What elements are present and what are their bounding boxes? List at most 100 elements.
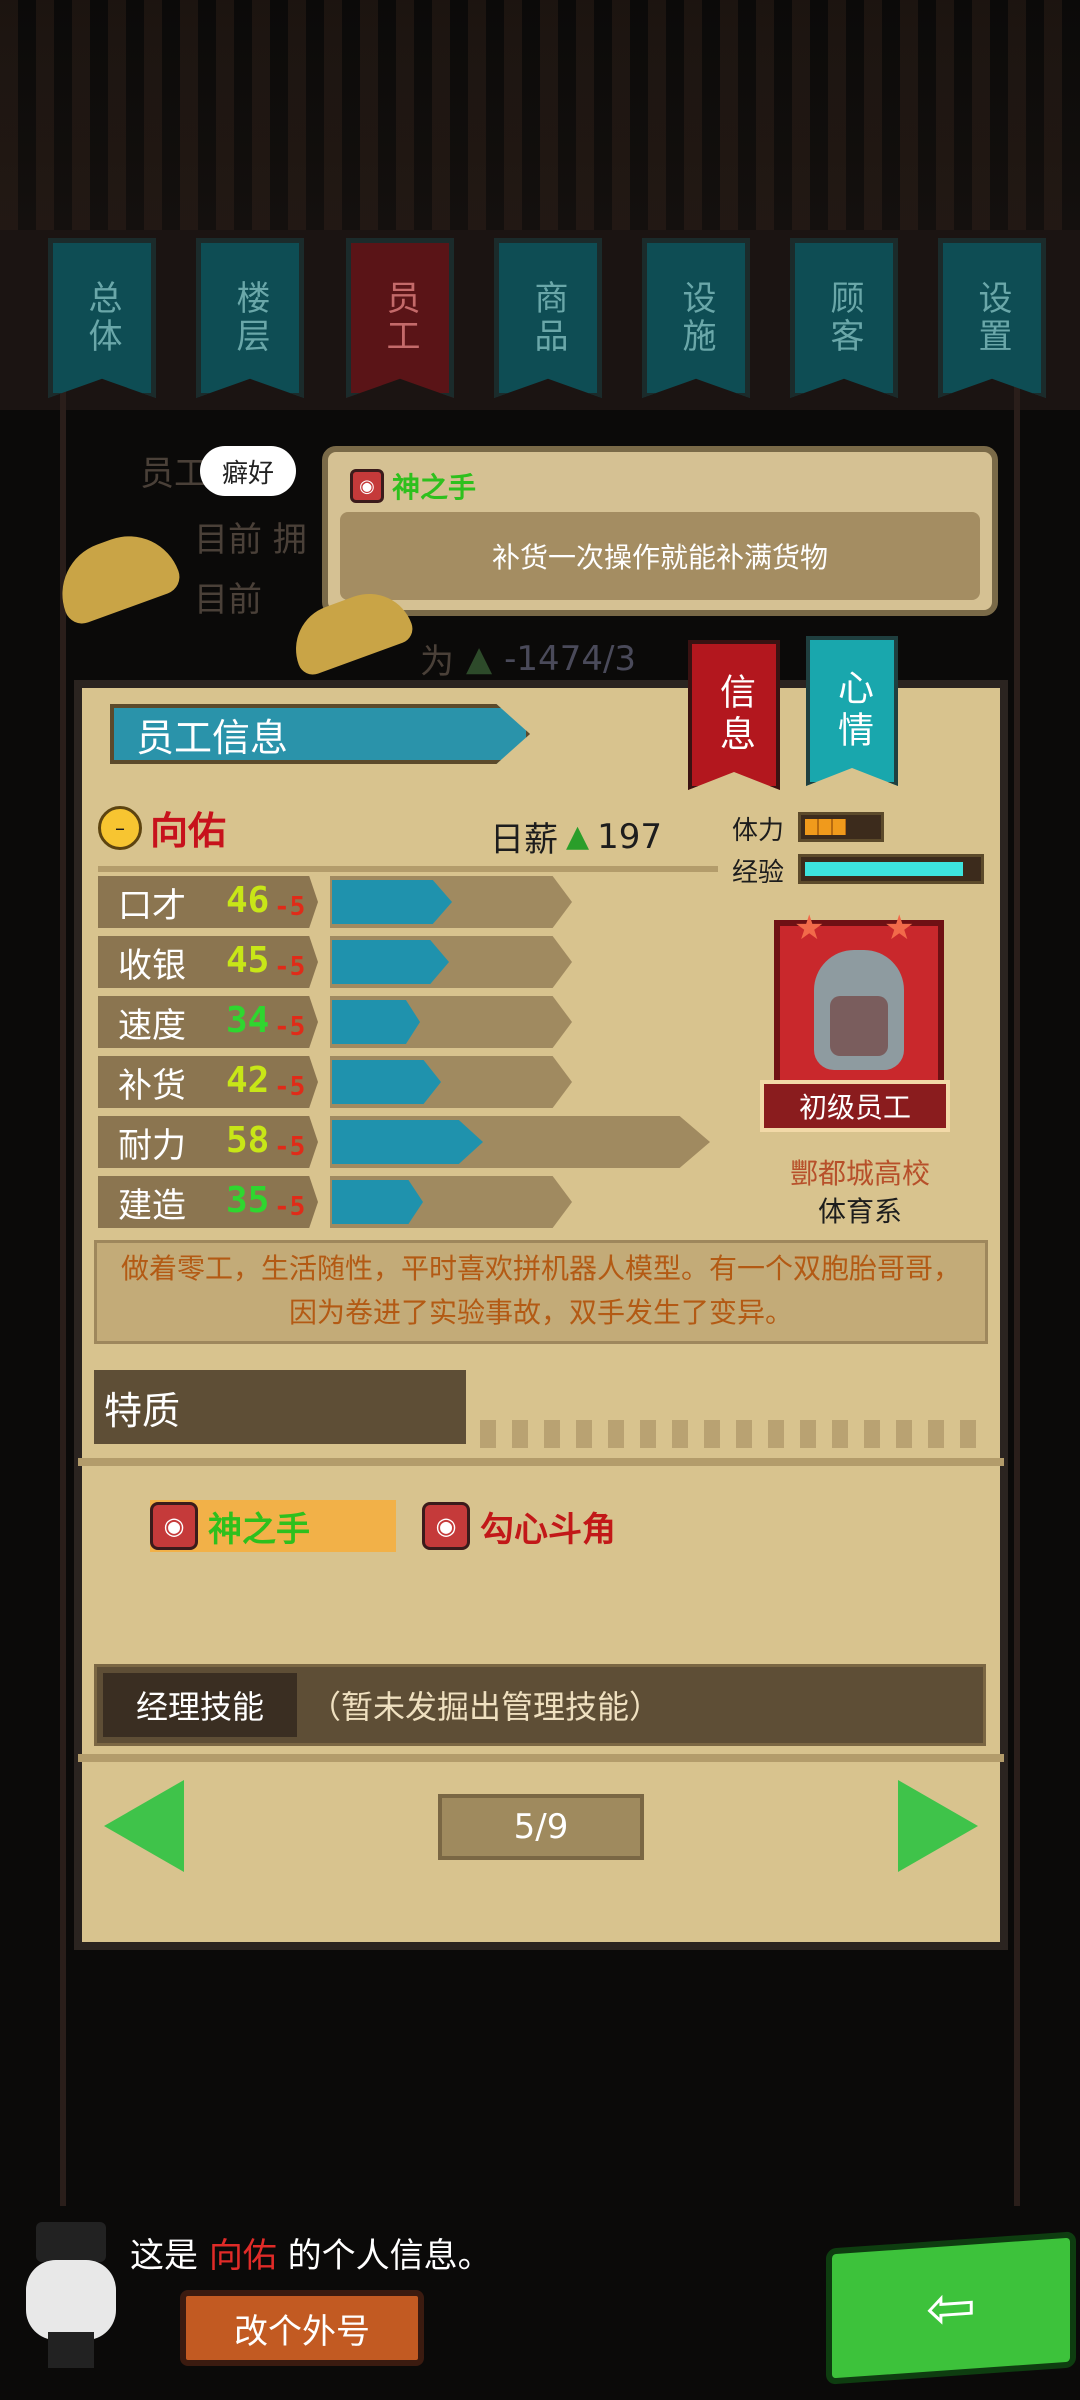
stat-fill	[332, 1120, 483, 1164]
trait-icon: ◉	[350, 469, 384, 503]
exp-fill	[805, 862, 963, 876]
manager-skill-value: （暂未发掘出管理技能）	[309, 1688, 662, 1726]
stat-value: 34	[226, 1000, 270, 1041]
manager-skill-row: 经理技能 （暂未发掘出管理技能）	[94, 1664, 986, 1746]
tab-customers-label: 顾客	[824, 280, 864, 356]
hat-icon	[36, 2222, 106, 2262]
caption: 这是 向佑 的个人信息。	[130, 2228, 492, 2277]
stat-value: 46	[226, 880, 270, 921]
avatar	[6, 2212, 136, 2372]
stat-fill	[332, 1060, 441, 1104]
top-decor-band	[0, 0, 1080, 230]
mood-face-icon: –	[98, 805, 142, 850]
traits-section-title: 特质	[94, 1370, 466, 1444]
name-divider	[98, 866, 718, 872]
next-arrow-icon[interactable]	[898, 1780, 978, 1872]
tab-mood-label: 心情	[832, 669, 873, 753]
tab-floors[interactable]: 楼层	[196, 238, 304, 398]
star-icon: ★	[884, 908, 915, 948]
zigzag-divider	[480, 1420, 990, 1448]
stat-penalty: -5	[274, 1192, 306, 1222]
bg-row-balance: 为 ▲ -1474/3	[420, 634, 636, 683]
bg-row-staff: 员工	[140, 454, 208, 494]
tooltip-title-row: ◉ 神之手	[350, 466, 476, 506]
cat-face-icon	[26, 2260, 116, 2340]
trait-tooltip: ◉ 神之手 补货一次操作就能补满货物	[322, 446, 998, 616]
school-name: 酆都城高校	[789, 1157, 930, 1190]
exp-bar	[798, 854, 984, 884]
stamina-bar	[798, 812, 884, 842]
portrait-face	[830, 996, 888, 1056]
trait-scheming[interactable]: ◉ 勾心斗角	[422, 1500, 616, 1552]
tab-goods[interactable]: 商品	[494, 238, 602, 398]
bg-row-current-1: 目前 拥	[194, 520, 307, 560]
stamina-fill	[805, 819, 846, 835]
suit-icon	[48, 2332, 94, 2368]
stamina-label: 体力	[732, 816, 785, 846]
bottom-divider	[78, 1754, 1004, 1762]
tab-facilities-label: 设施	[676, 280, 716, 356]
bg-row-balance-suffix: 为	[420, 642, 454, 682]
stat-penalty: -5	[274, 1012, 306, 1042]
stat-penalty: -5	[274, 952, 306, 982]
left-frame-decor	[0, 280, 66, 2280]
tooltip-text: 补货一次操作就能补满货物	[340, 512, 980, 600]
tab-mood[interactable]: 心情	[806, 636, 898, 786]
stat-row: 速度 34 -5	[98, 996, 718, 1048]
stat-penalty: -5	[274, 1072, 306, 1102]
stat-penalty: -5	[274, 1132, 306, 1162]
caption-prefix: 这是	[130, 2236, 198, 2276]
money-icon: ▲	[466, 638, 493, 679]
stat-value: 58	[226, 1120, 270, 1161]
nickname-button[interactable]: 改个外号	[180, 2290, 424, 2366]
tab-goods-label: 商品	[528, 280, 568, 356]
star-icon: ★	[794, 908, 825, 948]
bg-row-current-2: 目前	[194, 580, 262, 620]
right-frame-decor	[1014, 280, 1080, 2280]
stat-row: 补货 42 -5	[98, 1056, 718, 1108]
trait-god-hand[interactable]: ◉ 神之手	[150, 1500, 396, 1552]
stat-fill	[332, 940, 449, 984]
stat-penalty: -5	[274, 892, 306, 922]
panel-title: 员工信息	[110, 704, 530, 764]
employee-description: 做着零工，生活随性，平时喜欢拼机器人模型。有一个双胞胎哥哥，因为卷进了实验事故，…	[94, 1240, 988, 1344]
tab-settings-label: 设置	[972, 280, 1012, 356]
department-name: 体育系	[817, 1195, 902, 1228]
hobby-bubble[interactable]: 癖好	[200, 446, 296, 496]
back-button[interactable]: ⇦	[826, 2231, 1076, 2385]
tab-info-label: 信息	[714, 673, 755, 757]
section-divider	[78, 1458, 1004, 1466]
stat-row: 耐力 58 -5	[98, 1116, 718, 1168]
tab-facilities[interactable]: 设施	[642, 238, 750, 398]
manager-skill-label: 经理技能	[103, 1673, 297, 1737]
trait-label: 勾心斗角	[480, 1509, 616, 1550]
tooltip-title: 神之手	[392, 471, 477, 504]
stat-row: 收银 45 -5	[98, 936, 718, 988]
fish-decoration-left	[47, 521, 185, 629]
stat-row: 口才 46 -5	[98, 876, 718, 928]
money-icon: ▲	[566, 819, 590, 854]
tab-settings[interactable]: 设置	[938, 238, 1046, 398]
page-indicator: 5/9	[438, 1794, 644, 1860]
trait-label: 神之手	[208, 1509, 310, 1550]
tab-overview[interactable]: 总体	[48, 238, 156, 398]
caption-suffix: 的个人信息。	[287, 2236, 492, 2276]
tab-info[interactable]: 信息	[688, 640, 780, 790]
salary-value: 197	[597, 816, 662, 857]
stat-row: 建造 35 -5	[98, 1176, 718, 1228]
salary-row: 日薪 ▲ 197	[490, 812, 662, 861]
stat-fill	[332, 1180, 423, 1224]
stat-fill	[332, 1000, 420, 1044]
tab-staff[interactable]: 员工	[346, 238, 454, 398]
tab-floors-label: 楼层	[230, 280, 270, 356]
bg-row-balance-money: -1474/3	[504, 638, 637, 679]
trait-icon: ◉	[422, 1502, 470, 1550]
salary-label: 日薪	[490, 820, 558, 860]
exp-label: 经验	[732, 858, 785, 888]
stat-value: 42	[226, 1060, 270, 1101]
prev-arrow-icon[interactable]	[104, 1780, 184, 1872]
tab-customers[interactable]: 顾客	[790, 238, 898, 398]
caption-name: 向佑	[208, 2236, 277, 2276]
employee-name: 向佑	[150, 809, 227, 853]
stat-fill	[332, 880, 452, 924]
